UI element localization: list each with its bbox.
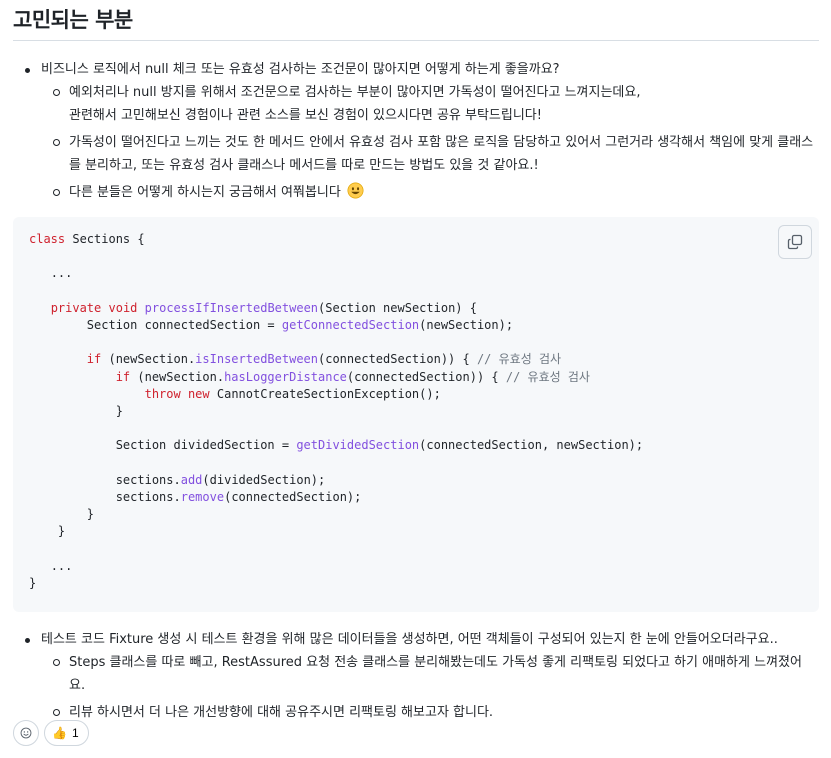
sub-list: Steps 클래스를 따로 빼고, RestAssured 요청 전송 클래스를…	[41, 651, 819, 724]
code-token: private	[50, 300, 102, 315]
code-token: }	[86, 507, 95, 522]
sub-list: 예외처리나 null 방지를 위해서 조건문으로 검사하는 부분이 많아지면 가…	[41, 81, 819, 204]
sub-item-text: 다른 분들은 어떻게 하시는지 궁금해서 여쭤봅니다	[69, 185, 341, 200]
code-token: (newSection.	[101, 352, 196, 367]
code-token: ...	[50, 558, 73, 573]
smiley-emoji-icon	[347, 182, 364, 199]
code-token: sections.	[115, 490, 181, 505]
code-token: hasLoggerDistance	[224, 369, 347, 384]
code-token: Section connectedSection =	[86, 318, 282, 333]
smiley-add-icon	[20, 727, 32, 739]
code-comment: // 유효성 검사	[476, 352, 562, 367]
sub-item-text: 예외처리나 null 방지를 위해서 조건문으로 검사하는 부분이 많아지면 가…	[69, 85, 641, 100]
add-reaction-button[interactable]	[13, 720, 39, 746]
code-token: CannotCreateSectionException();	[209, 386, 441, 401]
code-token: (newSection.	[130, 369, 225, 384]
code-token: }	[29, 576, 37, 591]
code-token: isInsertedBetween	[195, 352, 318, 367]
code-token: (Section newSection) {	[318, 300, 477, 315]
list-item: 비즈니스 로직에서 null 체크 또는 유효성 검사하는 조건문이 많아지면 …	[13, 58, 819, 204]
code-token: (connectedSection);	[224, 490, 362, 505]
code-token: (connectedSection, newSection);	[419, 438, 644, 453]
copy-icon	[787, 234, 803, 250]
reaction-count: 1	[71, 726, 79, 740]
question-text: 비즈니스 로직에서 null 체크 또는 유효성 검사하는 조건문이 많아지면 …	[41, 62, 560, 77]
comment-body: 고민되는 부분 비즈니스 로직에서 null 체크 또는 유효성 검사하는 조건…	[0, 0, 831, 758]
code-token: processIfInsertedBetween	[144, 300, 319, 315]
code-token: (connectedSection)) {	[318, 352, 477, 367]
sub-item-text: 가독성이 떨어진다고 느끼는 것도 한 메서드 안에서 유효성 검사 포함 많은…	[69, 135, 814, 150]
code-token: Section dividedSection =	[115, 438, 297, 453]
code-token: ...	[50, 266, 73, 281]
question-list-b: 테스트 코드 Fixture 생성 시 테스트 환경을 위해 많은 데이터들을 …	[13, 628, 819, 724]
code-token: getDividedSection	[296, 438, 420, 453]
code-token: add	[180, 472, 203, 487]
code-text: class Sections { ... private void proces…	[29, 231, 803, 592]
list-item: 리뷰 하시면서 더 나은 개선방향에 대해 공유주시면 리팩토링 해보고자 합니…	[41, 701, 819, 724]
sub-item-text: 요.	[69, 678, 86, 693]
code-token: sections.	[115, 472, 181, 487]
code-token: if	[115, 369, 131, 384]
code-token: void	[108, 300, 138, 315]
copy-code-button[interactable]	[778, 225, 812, 259]
code-comment: // 유효성 검사	[505, 369, 590, 384]
code-token: Sections {	[65, 232, 145, 246]
code-token: class	[29, 232, 66, 246]
sub-item-text: Steps 클래스를 따로 빼고, RestAssured 요청 전송 클래스를…	[69, 655, 802, 670]
thumbs-up-icon: 👍	[52, 726, 67, 740]
list-item: 예외처리나 null 방지를 위해서 조건문으로 검사하는 부분이 많아지면 가…	[41, 81, 819, 127]
code-token: remove	[180, 490, 225, 505]
code-token: if	[86, 352, 102, 367]
code-token: getConnectedSection	[281, 318, 420, 333]
question-text: 테스트 코드 Fixture 생성 시 테스트 환경을 위해 많은 데이터들을 …	[41, 632, 778, 647]
code-token: throw	[144, 386, 181, 401]
code-token: (dividedSection);	[202, 472, 326, 487]
sub-item-text: 관련해서 고민해보신 경험이나 관련 소스를 보신 경험이 있으시다면 공유 부…	[69, 108, 542, 123]
code-token: new	[187, 386, 210, 401]
list-item: 가독성이 떨어진다고 느끼는 것도 한 메서드 안에서 유효성 검사 포함 많은…	[41, 131, 819, 177]
sub-item-text: 리뷰 하시면서 더 나은 개선방향에 대해 공유주시면 리팩토링 해보고자 합니…	[69, 705, 494, 720]
code-token: }	[115, 404, 123, 419]
code-token: }	[57, 524, 66, 539]
list-item: 테스트 코드 Fixture 생성 시 테스트 환경을 위해 많은 데이터들을 …	[13, 628, 819, 724]
code-block: class Sections { ... private void proces…	[13, 217, 819, 612]
section-title: 고민되는 부분	[13, 0, 819, 41]
reactions-bar: 👍 1	[13, 720, 89, 746]
list-item: Steps 클래스를 따로 빼고, RestAssured 요청 전송 클래스를…	[41, 651, 819, 697]
code-token: (newSection);	[419, 318, 514, 333]
list-item: 다른 분들은 어떻게 하시는지 궁금해서 여쭤봅니다	[41, 181, 819, 204]
code-token: (connectedSection)) {	[346, 369, 506, 384]
question-list-a: 비즈니스 로직에서 null 체크 또는 유효성 검사하는 조건문이 많아지면 …	[13, 58, 819, 204]
thumbs-up-reaction-button[interactable]: 👍 1	[44, 720, 89, 746]
sub-item-text: 를 분리하고, 또는 유효성 검사 클래스나 메서드를 따로 만드는 방법도 있…	[69, 158, 539, 173]
